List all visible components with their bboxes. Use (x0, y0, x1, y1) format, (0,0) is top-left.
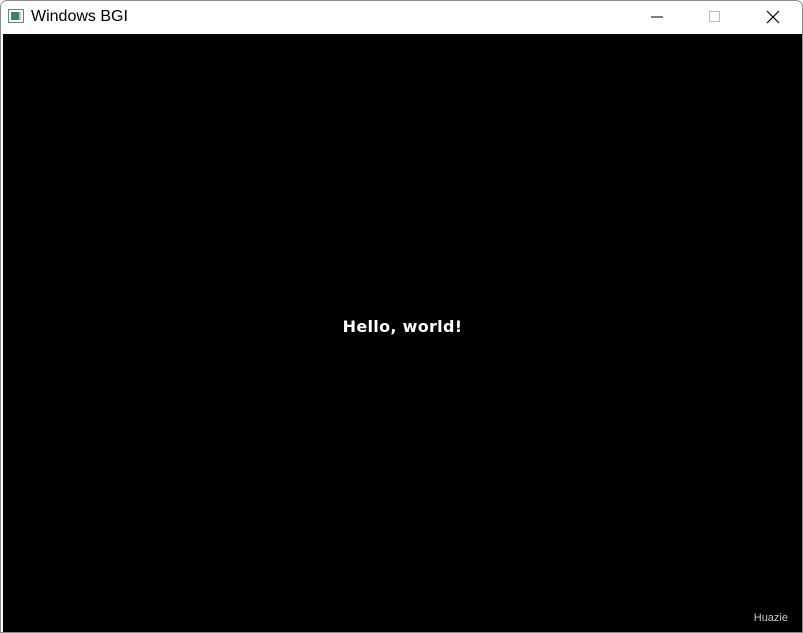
hello-world-text: Hello, world! (342, 317, 463, 336)
app-window: Windows BGI Hello, world! Huazie (0, 0, 803, 633)
icon-pane-side (19, 12, 21, 20)
minimize-icon (651, 16, 663, 18)
title-bar[interactable]: Windows BGI (1, 1, 802, 33)
minimize-button[interactable] (628, 1, 686, 33)
window-title: Windows BGI (31, 8, 128, 25)
icon-pane (11, 12, 19, 20)
maximize-icon (709, 11, 720, 22)
maximize-button[interactable] (686, 1, 744, 33)
close-button[interactable] (744, 1, 802, 33)
bgi-window-icon[interactable] (8, 9, 24, 23)
close-icon (766, 10, 780, 24)
watermark-text: Huazie (753, 612, 788, 624)
graphics-canvas[interactable]: Hello, world! Huazie (3, 34, 802, 632)
